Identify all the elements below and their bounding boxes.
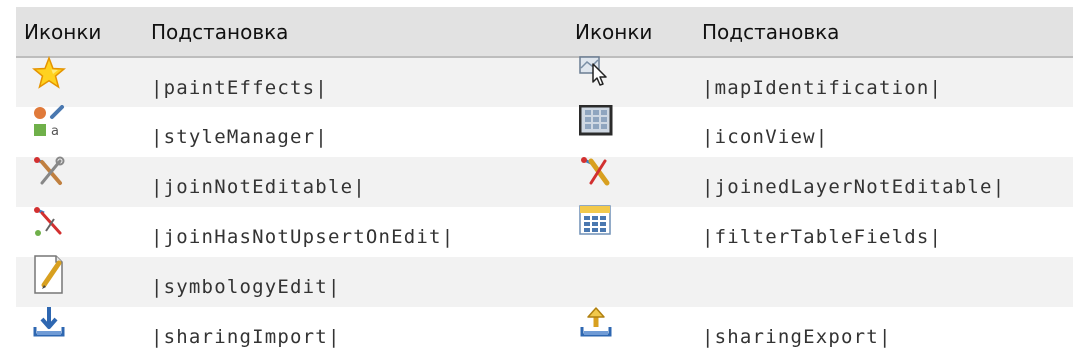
joined-layer-not-editable-icon (581, 157, 610, 186)
svg-text:a: a (51, 124, 59, 139)
header-icons: Иконки (567, 7, 694, 58)
filter-table-fields-icon (579, 205, 611, 235)
substitution-code: |joinNotEditable| (151, 176, 366, 198)
map-identification-icon (579, 56, 607, 86)
style-manager-icon: a (34, 105, 64, 139)
substitution-code: |symbologyEdit| (151, 276, 341, 298)
substitution-code: |iconView| (702, 126, 829, 148)
sharing-import-icon (33, 307, 65, 337)
icon-view-icon (579, 105, 613, 136)
substitution-code: |joinHasNotUpsertOnEdit| (151, 226, 455, 248)
join-has-not-upsert-icon (34, 207, 62, 236)
table-row: |sharingImport| |sharingExport| (16, 307, 1073, 357)
table-row: |symbologyEdit| (16, 255, 1073, 307)
substitution-code: |filterTableFields| (702, 226, 943, 248)
substitution-code (694, 257, 1073, 307)
table-header-row: Иконки Подстановка Иконки Подстановка (16, 7, 1073, 58)
substitution-code: |styleManager| (151, 126, 328, 148)
join-not-editable-icon (34, 156, 65, 185)
substitution-code: |sharingImport| (151, 326, 341, 348)
star-icon (32, 56, 66, 89)
table-row: |joinHasNotUpsertOnEdit| |filterTableFie… (16, 205, 1073, 257)
substitution-code: |mapIdentification| (702, 77, 943, 99)
sharing-export-icon (580, 307, 612, 337)
header-substitution: Подстановка (694, 7, 1073, 58)
substitution-code: |sharingExport| (702, 326, 892, 348)
substitution-code: |paintEffects| (151, 77, 328, 99)
header-icons: Иконки (16, 7, 143, 58)
header-substitution: Подстановка (143, 7, 567, 58)
table-row: a |styleManager| |iconView| (16, 105, 1073, 157)
symbology-edit-icon (34, 255, 63, 294)
substitution-table: Иконки Подстановка Иконки Подстановка |p… (16, 7, 1073, 357)
table-row: |paintEffects| |mapIdentification| (16, 56, 1073, 107)
table-row: |joinNotEditable| |joinedLayerNotEditabl… (16, 156, 1073, 207)
substitution-code: |joinedLayerNotEditable| (702, 176, 1006, 198)
